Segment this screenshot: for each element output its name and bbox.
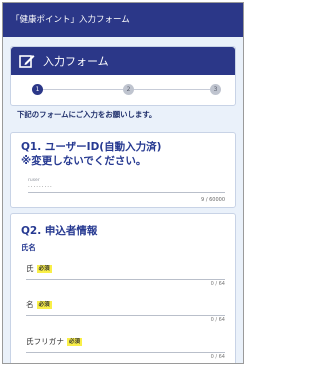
user-id-underline [28, 192, 225, 193]
last-name-kana-label: 氏フリガナ 必須 [26, 336, 82, 347]
first-name-char-count: 0 / 64 [210, 317, 225, 323]
question-2-card: Q2. 申込者情報 氏名 氏 必須 0 / 64 名 必須 0 / 64 氏フリ… [10, 213, 236, 363]
first-name-input[interactable] [26, 315, 225, 316]
page-header-title: 「健康ポイント」入力フォーム [11, 15, 130, 25]
step-3: 3 [210, 84, 221, 95]
form-card-header: 入力フォーム [11, 47, 235, 75]
question-1-card: Q1. ユーザーID(自動入力済) ※変更しないでください。 ruser ···… [10, 132, 236, 208]
form-title: 入力フォーム [43, 55, 109, 68]
question-2-title: Q2. 申込者情報 [21, 225, 98, 237]
name-section-label: 氏名 [21, 243, 36, 252]
intro-text: 下記のフォームにご入力をお願いします。 [17, 110, 157, 119]
user-id-char-count: 9 / 60000 [201, 197, 225, 203]
last-name-label-text: 氏 [26, 264, 34, 273]
step-indicator: 1 2 3 [11, 75, 235, 105]
user-id-input[interactable]: ········· [28, 184, 53, 190]
required-badge: 必須 [36, 300, 52, 309]
user-id-field-label: ruser [28, 178, 40, 183]
required-badge: 必須 [36, 264, 52, 273]
form-card: 入力フォーム 1 2 3 [10, 46, 236, 106]
last-name-kana-input[interactable] [26, 352, 225, 353]
page-header: 「健康ポイント」入力フォーム [3, 3, 243, 37]
question-1-title-line2: ※変更しないでください。 [21, 155, 147, 167]
last-name-kana-label-text: 氏フリガナ [26, 337, 64, 346]
question-1-title: Q1. ユーザーID(自動入力済) ※変更しないでください。 [21, 140, 161, 168]
first-name-field[interactable]: 名 必須 0 / 64 [21, 299, 225, 329]
last-name-input[interactable] [26, 279, 225, 280]
edit-icon [19, 55, 35, 68]
last-name-label: 氏 必須 [26, 263, 52, 274]
required-badge: 必須 [66, 337, 82, 346]
app-frame: 「健康ポイント」入力フォーム 入力フォーム 1 2 3 下記のフォームにご入力を… [2, 2, 244, 364]
last-name-kana-char-count: 0 / 64 [210, 354, 225, 360]
last-name-char-count: 0 / 64 [210, 281, 225, 287]
question-1-title-line1: Q1. ユーザーID(自動入力済) [21, 141, 162, 153]
step-2: 2 [123, 84, 134, 95]
step-1: 1 [32, 84, 43, 95]
last-name-field[interactable]: 氏 必須 0 / 64 [21, 263, 225, 293]
first-name-label: 名 必須 [26, 299, 52, 310]
first-name-label-text: 名 [26, 300, 34, 309]
last-name-kana-field[interactable]: 氏フリガナ 必須 0 / 64 [21, 336, 225, 363]
